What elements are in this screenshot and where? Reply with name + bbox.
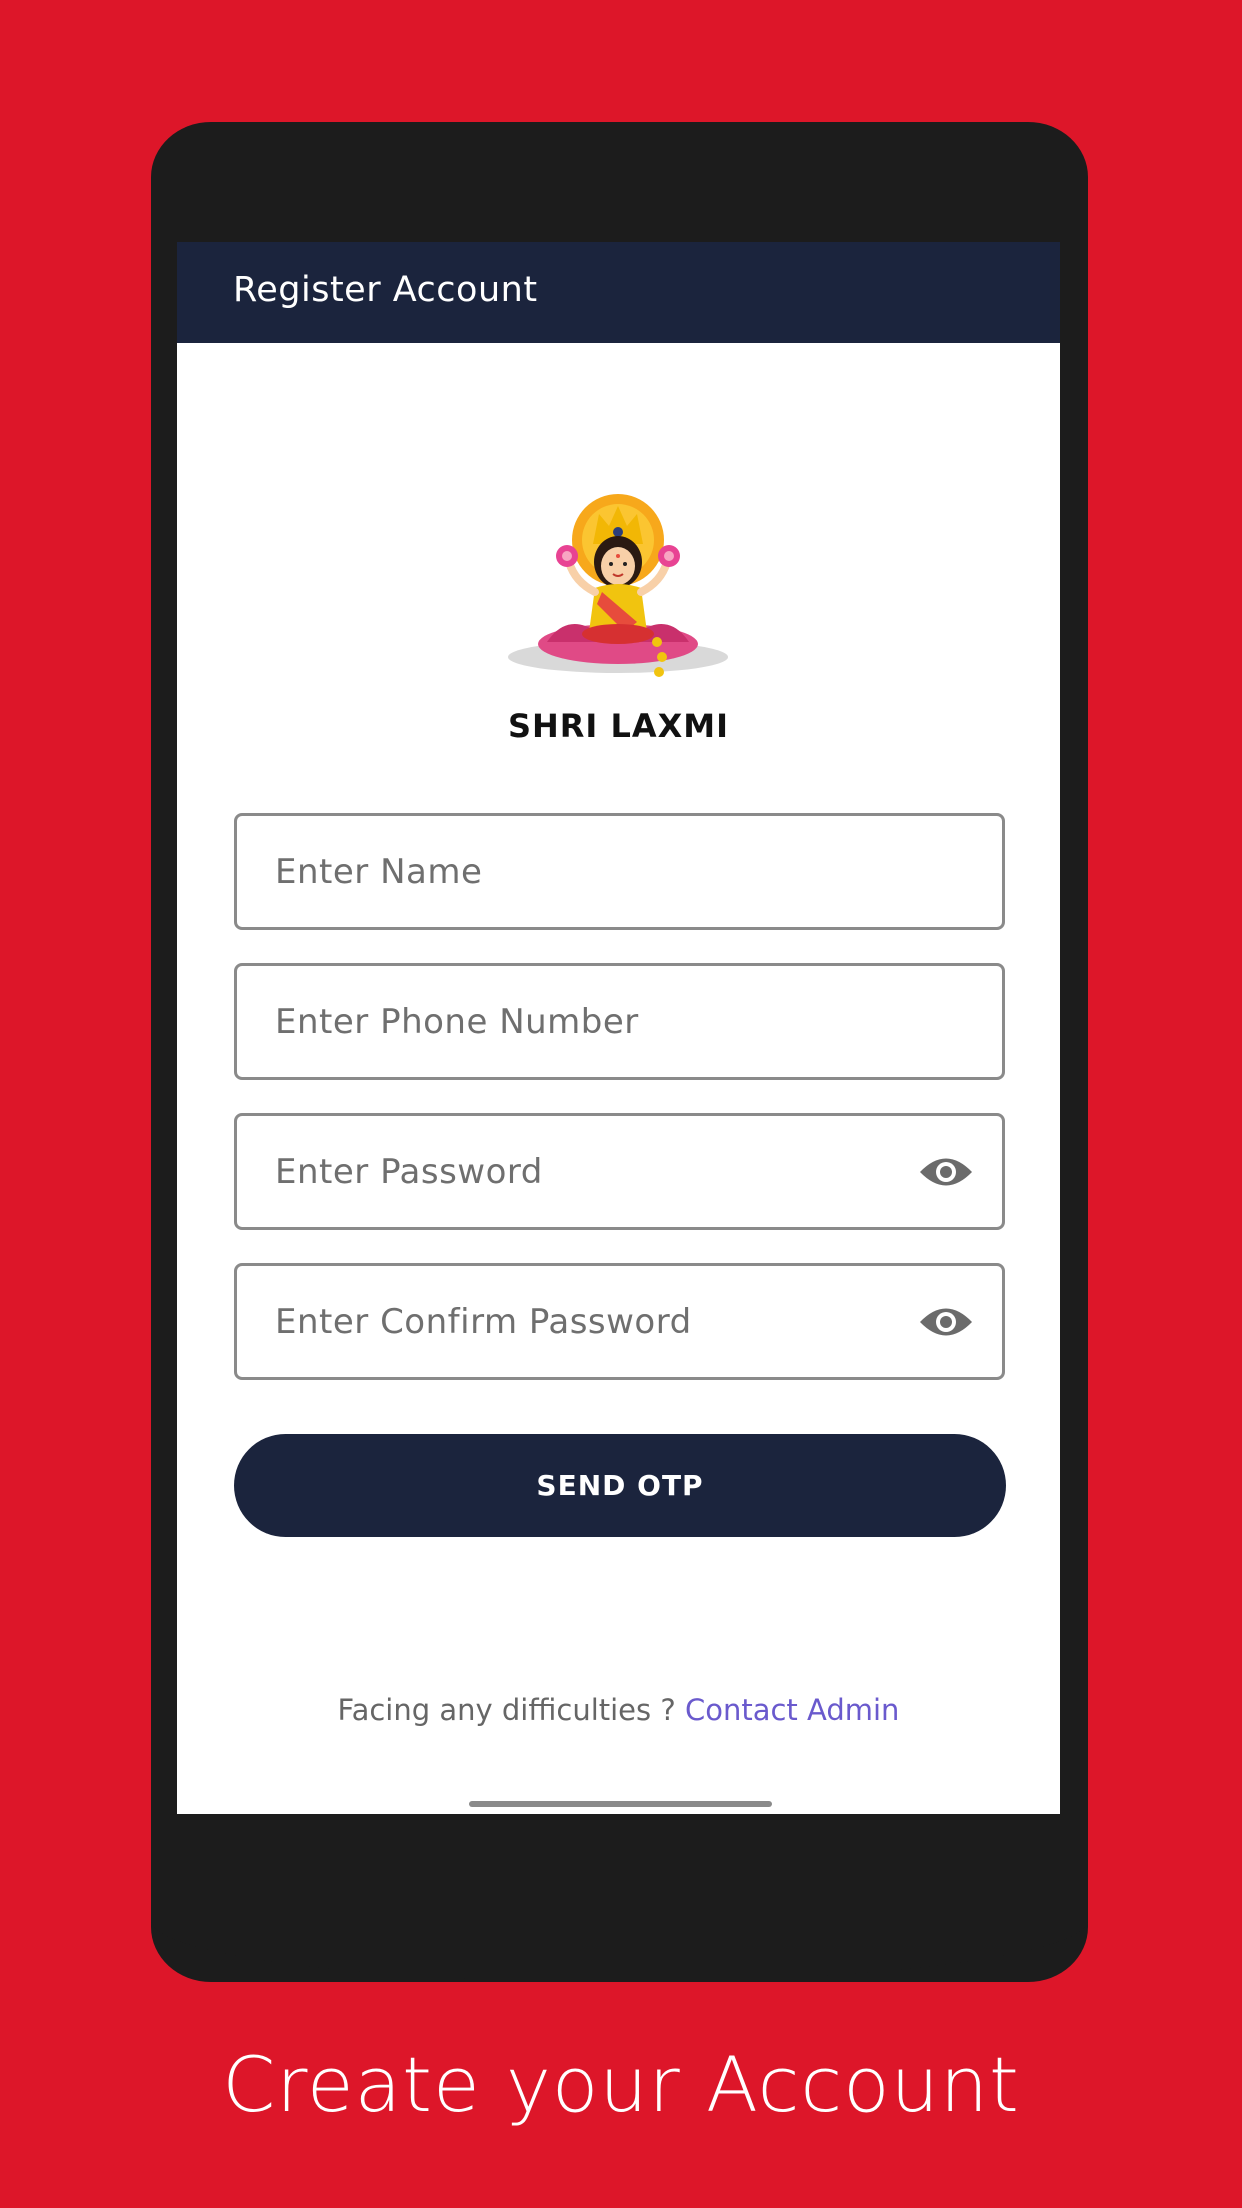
password-input[interactable] <box>275 1116 895 1227</box>
app-bar: Register Account <box>177 242 1060 343</box>
caption: Create your Account <box>222 2040 1020 2129</box>
confirm-password-input[interactable] <box>275 1266 895 1377</box>
contact-admin-link[interactable]: Contact Admin <box>685 1693 899 1727</box>
goddess-laxmi-logo-icon <box>508 494 728 677</box>
phone-input[interactable] <box>275 966 895 1077</box>
send-otp-button[interactable]: SEND OTP <box>234 1434 1006 1537</box>
phone-field[interactable] <box>234 963 1005 1080</box>
page-title: Register Account <box>233 270 538 310</box>
name-field[interactable] <box>234 813 1005 930</box>
name-input[interactable] <box>275 816 895 927</box>
password-field[interactable] <box>234 1113 1005 1230</box>
eye-icon[interactable] <box>918 1303 974 1341</box>
help-prompt: Facing any difficulties ? <box>337 1693 676 1727</box>
confirm-password-field[interactable] <box>234 1263 1005 1380</box>
help-text: Facing any difficulties ? Contact Admin <box>177 1693 1060 1727</box>
home-indicator[interactable] <box>469 1801 772 1807</box>
eye-icon[interactable] <box>918 1153 974 1191</box>
phone-screen: Register Account SHRI LAXMI Enter Name E… <box>177 242 1060 1814</box>
brand-name: SHRI LAXMI <box>507 707 730 745</box>
